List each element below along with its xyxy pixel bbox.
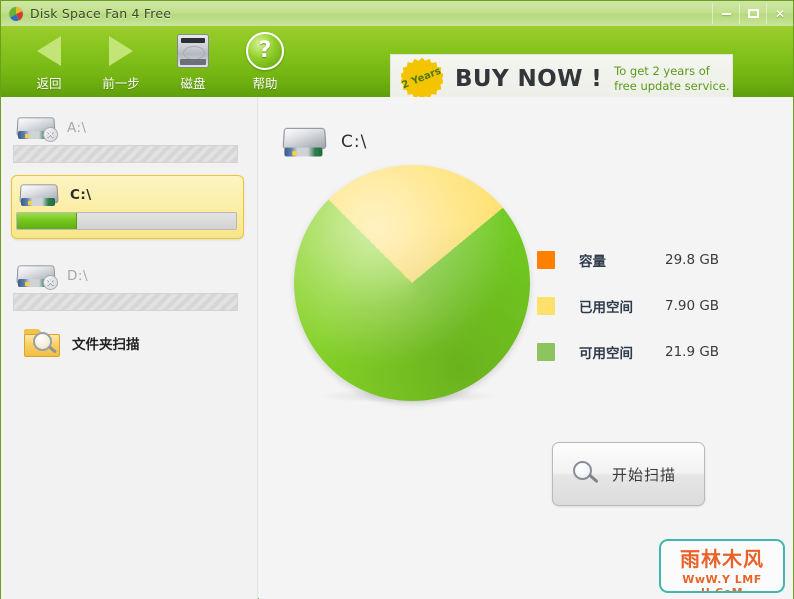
toolbar-disk-label: 磁盘: [180, 76, 206, 91]
start-scan-button[interactable]: 开始扫描: [552, 442, 705, 506]
banner-subtext-line1: To get 2 years of: [614, 63, 710, 78]
drive-a-label: A:\: [67, 120, 87, 136]
chart-legend: 容量 29.8 GB 已用空间 7.90 GB 可用空间 21.9 GB: [537, 237, 767, 375]
drive-disabled-icon: ✕: [15, 263, 59, 290]
watermark-title: 雨林木风: [680, 546, 764, 571]
legend-swatch-free: [537, 343, 555, 361]
page-title: C:\: [341, 132, 368, 152]
maximize-button[interactable]: [739, 3, 766, 24]
hard-disk-icon: [175, 30, 211, 72]
toolbar-help-label: 帮助: [252, 76, 278, 91]
legend-swatch-capacity: [537, 251, 555, 269]
legend-item-used: 已用空间 7.90 GB: [537, 283, 767, 329]
window-controls: ✕: [712, 1, 793, 26]
start-scan-label: 开始扫描: [612, 465, 677, 484]
drive-icon: [281, 125, 337, 159]
toolbar-back-button[interactable]: 返回: [13, 30, 85, 92]
legend-value-free: 21.9 GB: [665, 344, 720, 360]
toolbar-back-label: 返回: [36, 76, 62, 91]
folder-search-icon: [23, 327, 63, 359]
drive-a-usage-bar: [13, 145, 238, 163]
drive-c-label: C:\: [70, 187, 92, 203]
toolbar-disk-button[interactable]: 磁盘: [157, 30, 229, 92]
main-content: C:\ 容量 29.8 GB 已用空间 7.90 GB 可用空间 21.9 GB…: [259, 97, 793, 599]
legend-item-capacity: 容量 29.8 GB: [537, 237, 767, 283]
banner-subtext-line2: free update service.: [614, 78, 730, 93]
two-years-badge: 2 Years: [399, 56, 445, 102]
help-question-icon: ?: [246, 30, 284, 72]
back-triangle-icon: [37, 30, 61, 72]
legend-value-capacity: 29.8 GB: [665, 252, 720, 268]
sidebar-item-folder-scan[interactable]: 文件夹扫描: [23, 327, 140, 359]
drive-icon: [18, 182, 62, 208]
sidebar-item-drive-d[interactable]: ✕ D:\: [13, 259, 238, 311]
legend-label-used: 已用空间: [579, 300, 633, 316]
application-window: Disk Space Fan 4 Free ✕ 返回 前一步 磁盘 ? 帮助 2…: [0, 0, 794, 599]
legend-label-free: 可用空间: [579, 346, 633, 362]
pie-disc: [294, 165, 530, 401]
toolbar-help-button[interactable]: ? 帮助: [229, 30, 301, 92]
close-button[interactable]: ✕: [766, 3, 793, 24]
disk-fan-icon: [8, 6, 24, 22]
toolbar-forward-button[interactable]: 前一步: [85, 30, 157, 92]
legend-item-free: 可用空间 21.9 GB: [537, 329, 767, 375]
forward-triangle-icon: [109, 30, 133, 72]
toolbar: 返回 前一步 磁盘 ? 帮助 2 Years BUY NOW ! To get …: [1, 26, 793, 103]
legend-label-capacity: 容量: [579, 254, 606, 270]
toolbar-forward-label: 前一步: [102, 76, 140, 91]
legend-value-used: 7.90 GB: [665, 298, 720, 314]
drive-d-label: D:\: [67, 268, 88, 284]
drive-d-usage-bar: [13, 293, 238, 311]
buy-now-banner[interactable]: 2 Years BUY NOW ! To get 2 years of free…: [390, 54, 733, 103]
sidebar: ✕ A:\ C:\ ✕ D:\ 文件夹扫描: [1, 97, 258, 599]
banner-subtext: To get 2 years of free update service.: [614, 64, 729, 94]
folder-scan-label: 文件夹扫描: [72, 337, 140, 353]
legend-swatch-used: [537, 297, 555, 315]
magnifier-icon: [573, 461, 599, 487]
disk-usage-pie-chart: [281, 157, 533, 425]
watermark-url: WwW.Y LMF U.CoM: [682, 573, 762, 593]
drive-c-usage-bar: [16, 212, 237, 230]
title-bar: Disk Space Fan 4 Free ✕: [1, 1, 793, 27]
drive-disabled-icon: ✕: [15, 115, 59, 142]
buy-now-label: BUY NOW !: [455, 65, 603, 92]
sidebar-item-drive-c[interactable]: C:\: [11, 175, 244, 239]
sidebar-item-drive-a[interactable]: ✕ A:\: [13, 111, 238, 163]
window-title: Disk Space Fan 4 Free: [30, 6, 172, 21]
current-drive-header: C:\: [279, 127, 367, 157]
watermark-logo: 雨林木风 WwW.Y LMF U.CoM: [659, 539, 785, 593]
minimize-button[interactable]: [712, 3, 739, 24]
